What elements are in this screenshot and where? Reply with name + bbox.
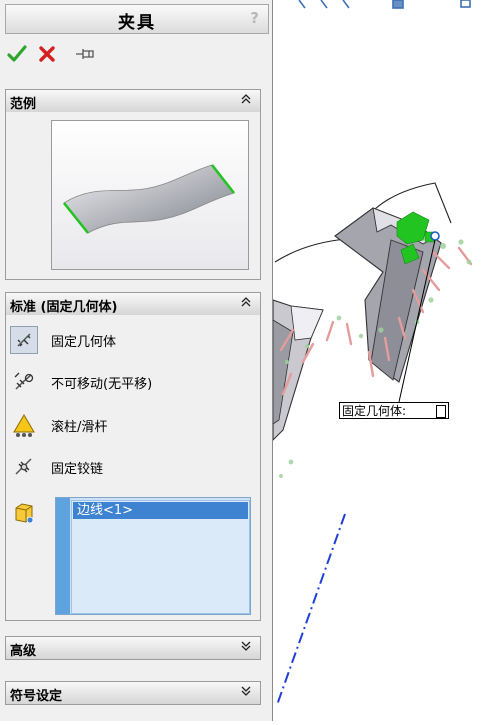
view-toolbar-icon: [298, 0, 471, 9]
collapse-chevron-icon[interactable]: [240, 92, 252, 110]
option-fixed-hinge[interactable]: 固定铰链: [9, 452, 257, 482]
entity-selection-icon: [12, 501, 36, 525]
example-section-body: [5, 112, 261, 280]
model-viewport: [272, 0, 473, 706]
expand-chevron-icon[interactable]: [240, 639, 252, 657]
callout-label: 固定几何体:: [342, 404, 407, 418]
listbox-color-bar: [56, 498, 70, 614]
option-fixed-geometry[interactable]: 固定几何体: [9, 325, 257, 355]
immovable-icon: [10, 368, 38, 396]
x-icon: [39, 46, 55, 62]
roller-slider-icon: [10, 411, 38, 439]
panel-title: 夹具: [118, 13, 156, 33]
pushpin-icon: [76, 49, 94, 59]
help-button[interactable]: ?: [250, 9, 259, 27]
collapse-chevron-icon[interactable]: [240, 295, 252, 313]
list-item[interactable]: 边线<1>: [73, 502, 248, 519]
example-preview-image: [51, 120, 249, 270]
example-section-label: 范例: [10, 97, 37, 112]
advanced-section-label: 高级: [10, 644, 37, 659]
fixture-callout[interactable]: 固定几何体:: [339, 402, 449, 419]
callout-value-box: [436, 405, 446, 418]
ok-button[interactable]: [6, 44, 28, 66]
listbox-area[interactable]: 边线<1>: [71, 500, 250, 614]
option-label: 固定几何体: [51, 335, 117, 350]
option-immovable[interactable]: 不可移动(无平移): [9, 367, 257, 397]
graphics-area[interactable]: [272, 0, 497, 721]
keep-visible-button[interactable]: [74, 44, 96, 66]
selected-entities-listbox[interactable]: 边线<1>: [55, 497, 251, 615]
option-label: 不可移动(无平移): [51, 377, 153, 392]
advanced-section-header[interactable]: 高级: [5, 636, 261, 660]
standard-section-header[interactable]: 标准 (固定几何体): [5, 292, 261, 316]
option-label: 固定铰链: [51, 462, 104, 477]
fixed-geometry-icon: [10, 326, 38, 354]
fixed-hinge-icon: [10, 453, 38, 481]
expand-chevron-icon[interactable]: [240, 684, 252, 702]
option-label: 滚柱/滑杆: [51, 420, 108, 435]
standard-section-label: 标准 (固定几何体): [10, 300, 118, 315]
panel-titlebar: 夹具 ?: [5, 4, 269, 34]
symbol-settings-section-header[interactable]: 符号设定: [5, 681, 261, 705]
example-section-header[interactable]: 范例: [5, 89, 261, 113]
checkmark-icon: [7, 45, 27, 62]
symbol-settings-section-label: 符号设定: [10, 689, 63, 704]
property-manager-panel: 夹具 ? 范例 标准 (固定几何体) 固定几何体 不可移动(无平移) 滚柱/滑杆…: [0, 0, 273, 721]
cancel-button[interactable]: [36, 44, 58, 66]
standard-section-body: 固定几何体 不可移动(无平移) 滚柱/滑杆 固定铰链 边线<1>: [5, 315, 261, 621]
option-roller-slider[interactable]: 滚柱/滑杆: [9, 410, 257, 440]
